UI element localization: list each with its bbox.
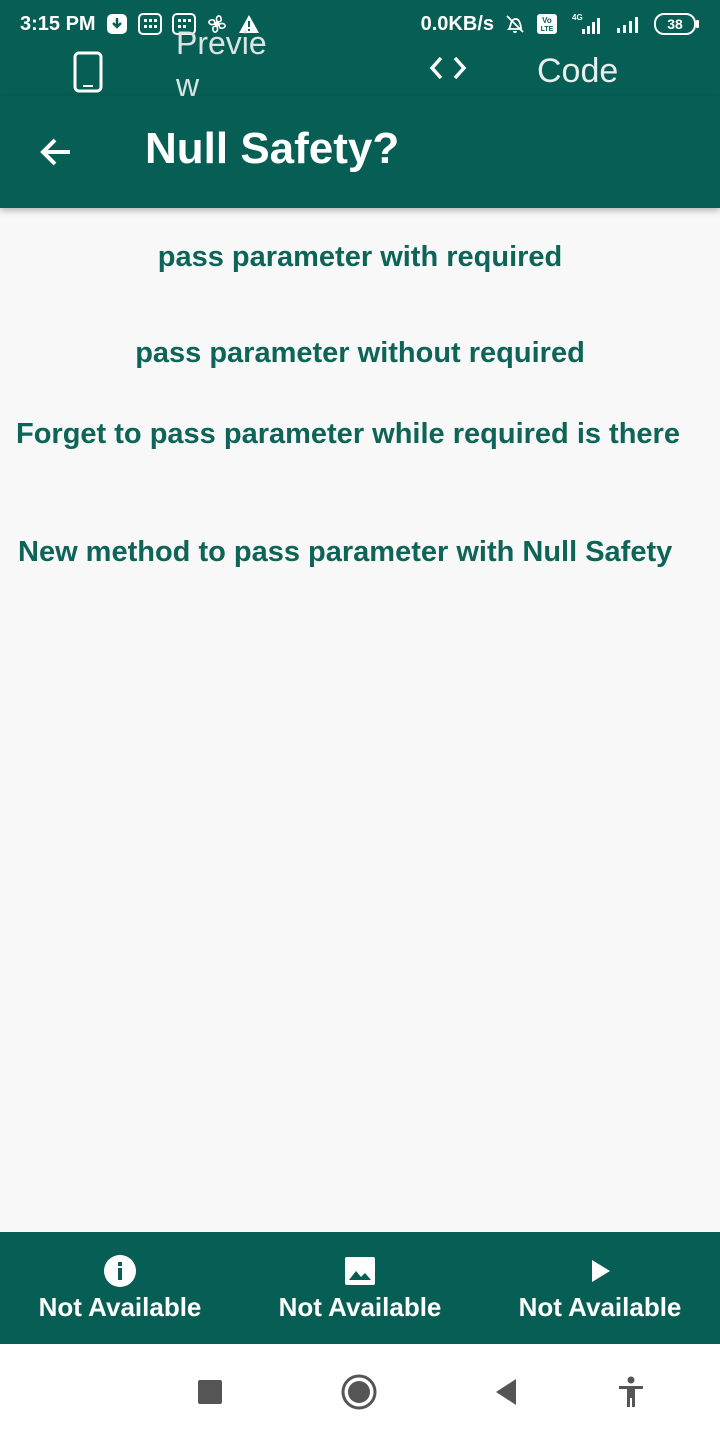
recents-icon[interactable] xyxy=(198,1380,222,1409)
bottom-nav-info[interactable]: Not Available xyxy=(0,1232,240,1344)
signal-icon xyxy=(614,13,644,35)
status-bar: 3:15 PM 0.0KB/s Vo LTE 4G 38 xyxy=(0,0,720,48)
svg-text:4G: 4G xyxy=(572,13,583,22)
back-icon[interactable] xyxy=(494,1378,518,1411)
list-item-forget-required[interactable]: Forget to pass parameter while required … xyxy=(16,415,706,453)
image-icon xyxy=(344,1256,376,1286)
volte-icon: Vo LTE xyxy=(536,13,558,35)
status-bar-right: 0.0KB/s Vo LTE 4G 38 xyxy=(421,12,700,36)
play-icon xyxy=(588,1256,612,1286)
bottom-nav-image[interactable]: Not Available xyxy=(240,1232,480,1344)
status-time: 3:15 PM xyxy=(20,12,96,35)
network-speed: 0.0KB/s xyxy=(420,12,494,35)
bottom-navigation: Not Available Not Available Not Availabl… xyxy=(0,1232,720,1344)
code-icon[interactable] xyxy=(428,54,468,87)
arrow-back-icon[interactable] xyxy=(34,130,78,174)
bottom-nav-play[interactable]: Not Available xyxy=(480,1232,720,1344)
signal-4g-icon: 4G xyxy=(568,12,604,36)
bottom-nav-label: Not Available xyxy=(278,1292,442,1322)
bottom-nav-label: Not Available xyxy=(518,1292,682,1322)
list-item-without-required[interactable]: pass parameter without required xyxy=(0,334,720,372)
alarm-off-icon xyxy=(504,13,526,35)
list-item-null-safety[interactable]: New method to pass parameter with Null S… xyxy=(18,533,718,571)
tab-preview[interactable]: Previe w xyxy=(176,22,286,106)
accessibility-icon[interactable] xyxy=(617,1376,645,1413)
bottom-nav-label: Not Available xyxy=(38,1292,202,1322)
app-bar: Null Safety? xyxy=(0,96,720,208)
download-icon xyxy=(106,13,128,35)
phone-icon[interactable] xyxy=(72,50,104,99)
tab-code[interactable]: Code xyxy=(537,52,618,91)
page-title: Null Safety? xyxy=(145,124,400,173)
preview-code-tabs: Previe w Code xyxy=(0,25,720,103)
home-icon[interactable] xyxy=(341,1374,377,1415)
svg-text:LTE: LTE xyxy=(541,26,554,33)
app-grid-icon xyxy=(137,13,162,35)
battery-level: 38 xyxy=(667,16,683,32)
battery-icon: 38 xyxy=(654,12,700,36)
list-item-required[interactable]: pass parameter with required xyxy=(0,238,720,276)
system-navigation-bar xyxy=(0,1344,720,1440)
info-icon xyxy=(103,1255,137,1287)
svg-text:Vo: Vo xyxy=(542,16,552,25)
